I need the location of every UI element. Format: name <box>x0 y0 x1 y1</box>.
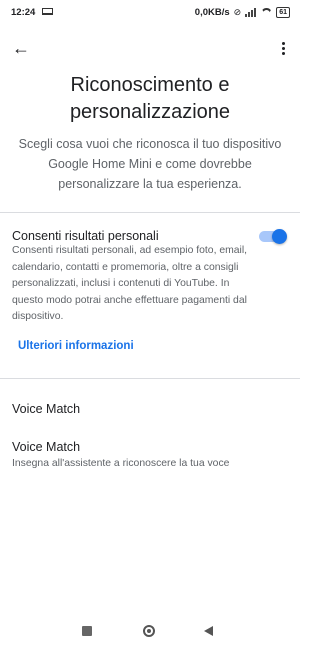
voice-match-item-title[interactable]: Voice Match <box>12 440 80 454</box>
signal-icon <box>245 8 257 17</box>
voice-match-section-title: Voice Match <box>12 402 81 416</box>
status-time: 12:24 <box>11 7 36 18</box>
more-vert-icon[interactable] <box>276 38 290 58</box>
personal-results-description: Consenti risultati personali, ad esempio… <box>12 245 248 322</box>
divider <box>0 212 300 213</box>
learn-more-link[interactable]: Ulteriori informazioni <box>18 340 134 352</box>
laptop-icon <box>42 8 53 15</box>
arrow-left-icon[interactable]: ← <box>11 38 31 58</box>
alarm-off-icon: ⊘ <box>233 7 242 17</box>
home-icon[interactable] <box>143 625 155 637</box>
personal-results-toggle[interactable] <box>259 229 287 244</box>
status-bar: 12:24 0,0KB/s ⊘ 61 <box>0 0 300 26</box>
page-title: Riconoscimento e personalizzazione <box>20 72 280 126</box>
page-title-line1: Riconoscimento e <box>70 74 230 96</box>
status-right: 0,0KB/s ⊘ 61 <box>195 7 290 18</box>
page-subtitle: Scegli cosa vuoi che riconosca il tuo di… <box>18 137 282 191</box>
wifi-icon <box>261 8 272 17</box>
back-triangle-icon[interactable] <box>204 626 213 636</box>
toggle-thumb <box>272 229 287 244</box>
system-nav-bar <box>0 615 300 650</box>
divider <box>0 378 300 379</box>
network-speed: 0,0KB/s <box>194 7 230 18</box>
personal-results-title[interactable]: Consenti risultati personali <box>12 229 159 243</box>
recents-icon[interactable] <box>82 626 92 636</box>
battery-icon: 61 <box>276 7 290 18</box>
page-title-line2: personalizzazione <box>69 101 231 123</box>
voice-match-item-subtitle[interactable]: Insegna all'assistente a riconoscere la … <box>12 458 229 469</box>
